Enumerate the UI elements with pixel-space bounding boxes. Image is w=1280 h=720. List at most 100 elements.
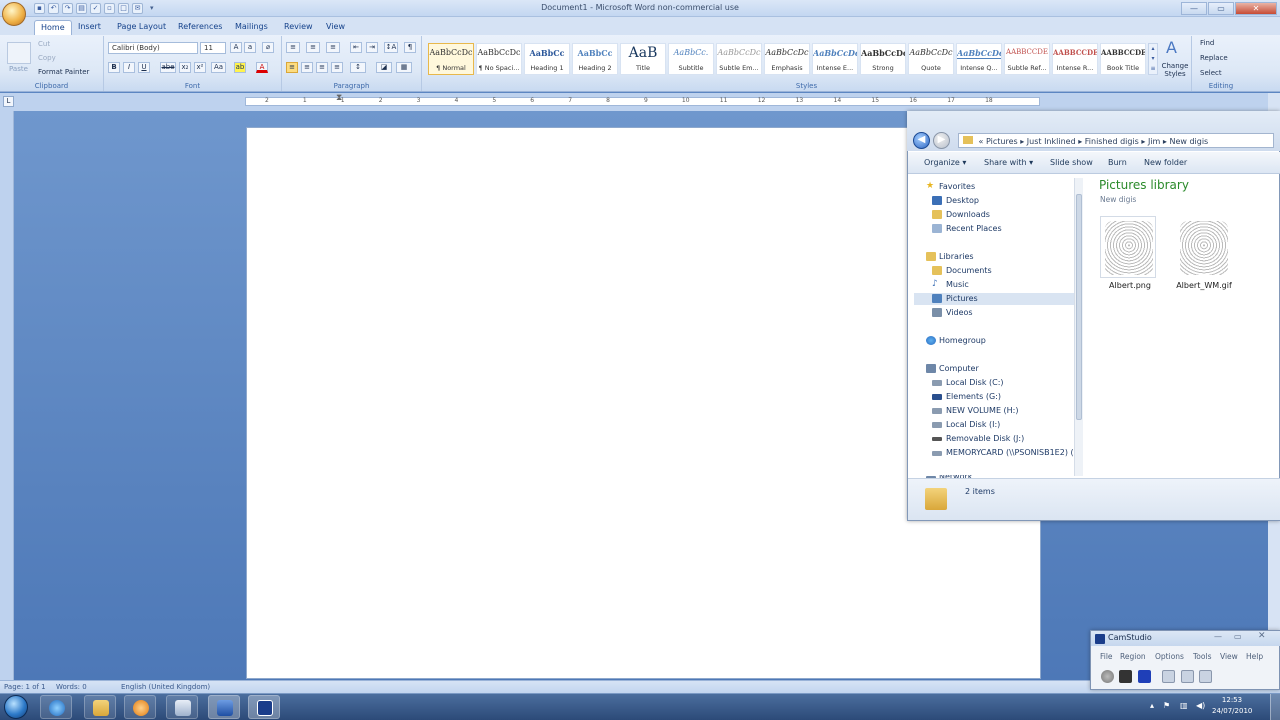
file-name[interactable]: Albert.png: [1099, 281, 1161, 290]
format-painter-button[interactable]: Format Painter: [38, 68, 89, 76]
tab-home[interactable]: Home: [34, 20, 72, 35]
cam-maximize-button[interactable]: ▭: [1234, 632, 1242, 641]
breadcrumb-chevron[interactable]: «: [979, 137, 984, 146]
stop-icon[interactable]: [1138, 670, 1151, 683]
show-marks-button[interactable]: ¶: [404, 42, 416, 53]
maximize-button[interactable]: ▭: [1208, 2, 1234, 15]
font-color-button[interactable]: A: [256, 62, 268, 73]
nav-homegroup[interactable]: Homegroup: [939, 336, 986, 345]
taskbar-camstudio[interactable]: [248, 695, 280, 719]
nav-drive-h[interactable]: NEW VOLUME (H:): [946, 406, 1019, 415]
close-button[interactable]: ✕: [1235, 2, 1277, 15]
new-folder-button[interactable]: New folder: [1144, 158, 1187, 167]
increase-indent-icon[interactable]: ⇥: [366, 42, 378, 53]
shrink-font-icon[interactable]: a: [244, 42, 256, 53]
file-thumbnail-albert-wm-gif[interactable]: [1175, 216, 1231, 278]
file-thumbnail-albert-png[interactable]: [1100, 216, 1156, 278]
open-icon[interactable]: ▫: [104, 3, 115, 14]
taskbar-app[interactable]: [166, 695, 198, 719]
clock[interactable]: 12:53 24/07/2010: [1212, 695, 1252, 717]
show-desktop-button[interactable]: [1270, 694, 1280, 720]
superscript-button[interactable]: x²: [194, 62, 206, 73]
tab-review[interactable]: Review: [278, 20, 319, 35]
style-heading-1[interactable]: AaBbCc Heading 1: [524, 43, 570, 75]
nav-favorites[interactable]: Favorites: [939, 182, 975, 191]
spelling-icon[interactable]: ✓: [90, 3, 101, 14]
clear-format-icon[interactable]: ⌀: [262, 42, 274, 53]
style-subtle-emphasis[interactable]: AaBbCcDc Subtle Em...: [716, 43, 762, 75]
style-title[interactable]: AaB Title: [620, 43, 666, 75]
align-center-icon[interactable]: ≡: [301, 62, 313, 73]
slide-show-button[interactable]: Slide show: [1050, 158, 1093, 167]
tray-volume-icon[interactable]: ◀): [1196, 701, 1205, 710]
taskbar-word[interactable]: [208, 695, 240, 719]
cam-menu-region[interactable]: Region: [1120, 652, 1146, 661]
pause-icon[interactable]: [1119, 670, 1132, 683]
nav-drive-i[interactable]: Local Disk (I:): [946, 420, 1000, 429]
tab-page-layout[interactable]: Page Layout: [111, 20, 172, 35]
cam-menu-file[interactable]: File: [1100, 652, 1113, 661]
bold-button[interactable]: B: [108, 62, 120, 73]
style-subtle-reference[interactable]: AABBCCDE Subtle Ref...: [1004, 43, 1050, 75]
cam-minimize-button[interactable]: —: [1214, 632, 1222, 641]
share-with-button[interactable]: Share with ▾: [984, 158, 1033, 167]
replace-button[interactable]: Replace: [1200, 54, 1228, 62]
cut-button[interactable]: Cut: [38, 40, 50, 48]
redo-icon[interactable]: ↷: [62, 3, 73, 14]
nav-drive-z[interactable]: MEMORYCARD (\\PSONISB1E2) (Z:: [946, 448, 1074, 457]
vertical-ruler[interactable]: [0, 111, 14, 680]
taskbar-media-player[interactable]: [124, 695, 156, 719]
tab-references[interactable]: References: [172, 20, 228, 35]
style-emphasis[interactable]: AaBbCcDc Emphasis: [764, 43, 810, 75]
find-button[interactable]: Find: [1200, 39, 1214, 47]
select-button[interactable]: Select: [1200, 69, 1222, 77]
forward-button[interactable]: ▶: [933, 132, 950, 149]
organize-button[interactable]: Organize ▾: [924, 158, 966, 167]
breadcrumb-finished-digis[interactable]: Finished digis: [1085, 137, 1139, 146]
word-count[interactable]: Words: 0: [56, 683, 87, 691]
change-styles-icon[interactable]: A: [1166, 38, 1177, 57]
cam-menu-view[interactable]: View: [1220, 652, 1238, 661]
email-icon[interactable]: ✉: [132, 3, 143, 14]
nav-recent-places[interactable]: Recent Places: [946, 224, 1002, 233]
tab-selector-icon[interactable]: L: [3, 96, 14, 107]
new-icon[interactable]: □: [118, 3, 129, 14]
qat-customize-icon[interactable]: ▾: [150, 4, 154, 12]
font-name-combo[interactable]: Calibri (Body): [108, 42, 198, 54]
style-strong[interactable]: AaBbCcDc Strong: [860, 43, 906, 75]
style-normal[interactable]: AaBbCcDc ¶ Normal: [428, 43, 474, 75]
nav-scroll-thumb[interactable]: [1076, 194, 1082, 420]
font-size-combo[interactable]: 11: [200, 42, 226, 54]
italic-button[interactable]: I: [123, 62, 135, 73]
style-intense-quote[interactable]: AaBbCcDc Intense Q...: [956, 43, 1002, 75]
tray-flag-icon[interactable]: ⚑: [1163, 701, 1170, 710]
nav-drive-c[interactable]: Local Disk (C:): [946, 378, 1004, 387]
underline-button[interactable]: U: [138, 62, 150, 73]
strikethrough-button[interactable]: abe: [160, 62, 176, 73]
styles-scroll-icon[interactable]: ▴ ▾ ≡: [1148, 43, 1158, 75]
nav-computer[interactable]: Computer: [939, 364, 979, 373]
video-icon[interactable]: [1199, 670, 1212, 683]
breadcrumb-new-digis[interactable]: New digis: [1169, 137, 1208, 146]
region-icon[interactable]: [1162, 670, 1175, 683]
change-styles-button[interactable]: Change Styles: [1160, 62, 1190, 78]
horizontal-ruler[interactable]: L ⧗ 2 1 1 2 3 4 5 6 7 8 9 10 11 12 13 14 15 16 17 18: [0, 93, 1280, 111]
paste-icon[interactable]: [7, 42, 31, 64]
tray-expand-icon[interactable]: ▴: [1150, 701, 1154, 710]
breadcrumb-pictures[interactable]: Pictures: [986, 137, 1018, 146]
breadcrumb-jim[interactable]: Jim: [1148, 137, 1160, 146]
subscript-button[interactable]: x₂: [179, 62, 191, 73]
line-spacing-icon[interactable]: ↕: [350, 62, 366, 73]
style-heading-2[interactable]: AaBbCc Heading 2: [572, 43, 618, 75]
style-book-title[interactable]: AABBCCDE Book Title: [1100, 43, 1146, 75]
change-case-button[interactable]: Aa: [211, 62, 226, 73]
page-count[interactable]: Page: 1 of 1: [4, 683, 46, 691]
borders-icon[interactable]: ▦: [396, 62, 412, 73]
office-button[interactable]: [2, 2, 26, 26]
nav-downloads[interactable]: Downloads: [946, 210, 990, 219]
style-intense-emphasis[interactable]: AaBbCcDc Intense E...: [812, 43, 858, 75]
style-intense-reference[interactable]: AABBCCDE Intense R...: [1052, 43, 1098, 75]
undo-icon[interactable]: ↶: [48, 3, 59, 14]
burn-button[interactable]: Burn: [1108, 158, 1127, 167]
bullets-icon[interactable]: ≡: [286, 42, 300, 53]
